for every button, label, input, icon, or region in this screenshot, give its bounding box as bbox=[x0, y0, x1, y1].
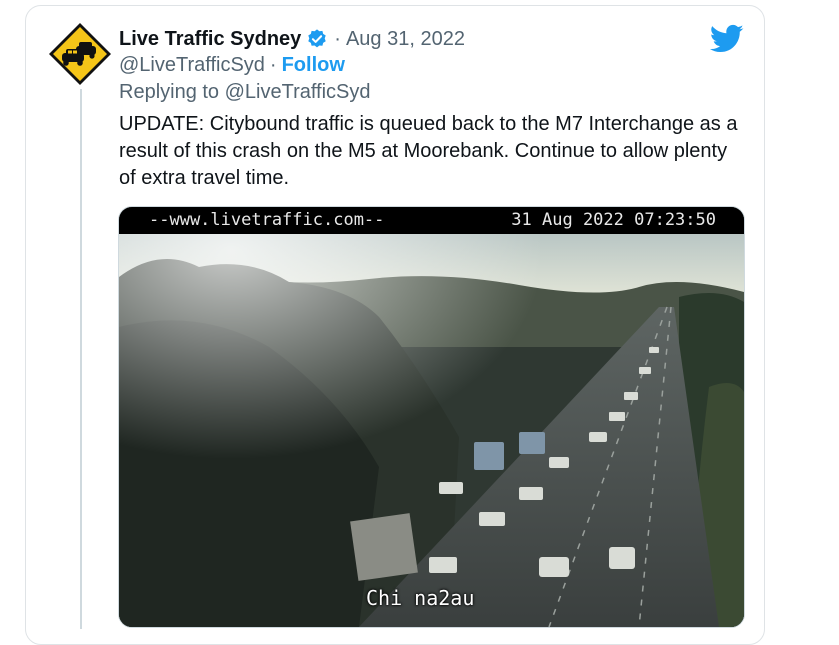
camera-timestamp: 31 Aug 2022 07:23:50 bbox=[511, 210, 716, 230]
tweet-date[interactable]: Aug 31, 2022 bbox=[346, 28, 465, 51]
camera-url: --www.livetraffic.com-- bbox=[149, 210, 385, 230]
watermark-text: Chi na2au bbox=[366, 586, 475, 610]
display-name[interactable]: Live Traffic Sydney bbox=[119, 28, 301, 51]
replying-to[interactable]: Replying to @LiveTrafficSyd bbox=[119, 79, 371, 105]
thread-line bbox=[80, 89, 82, 629]
handle-row: @LiveTrafficSyd · Follow bbox=[119, 52, 345, 78]
tweet-media-image[interactable]: --www.livetraffic.com-- 31 Aug 2022 07:2… bbox=[118, 206, 745, 628]
handle-separator: · bbox=[269, 53, 277, 76]
tweet-text: UPDATE: Citybound traffic is queued back… bbox=[119, 113, 738, 189]
tweet-header: Live Traffic Sydney · Aug 31, 2022 bbox=[119, 25, 465, 53]
follow-button[interactable]: Follow bbox=[282, 54, 345, 77]
traffic-camera-photo bbox=[119, 207, 744, 627]
twitter-bird-icon[interactable] bbox=[709, 24, 744, 54]
user-handle[interactable]: @LiveTrafficSyd bbox=[119, 54, 265, 77]
camera-info-bar: --www.livetraffic.com-- 31 Aug 2022 07:2… bbox=[119, 207, 744, 234]
header-separator: · bbox=[334, 27, 341, 50]
traffic-warning-sign-icon[interactable] bbox=[48, 22, 112, 86]
verified-badge-icon bbox=[306, 28, 328, 50]
